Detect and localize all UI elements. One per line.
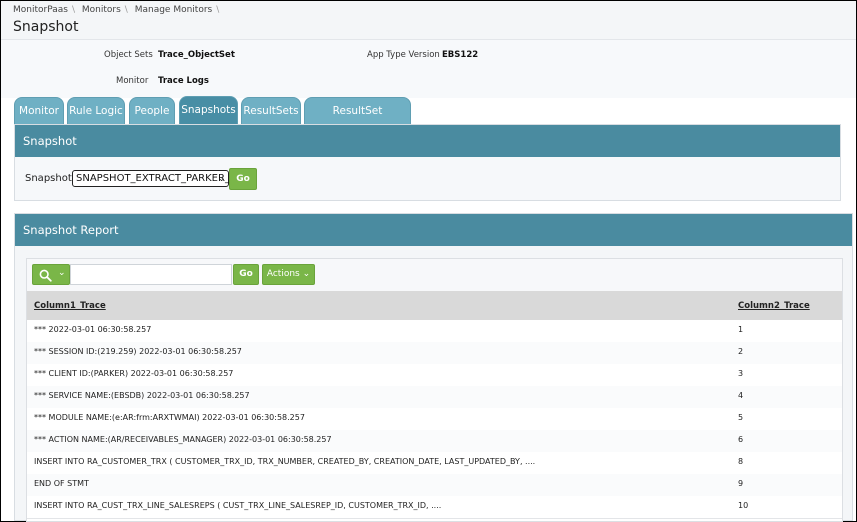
table-row: *** CLIENT ID:(PARKER) 2022-03-01 06:30:…: [27, 364, 842, 387]
search-input[interactable]: [70, 264, 232, 285]
breadcrumb: MonitorPaas \ Monitors \ Manage Monitors \: [13, 5, 220, 15]
snapshot-select-label: Snapshot: [25, 173, 72, 184]
object-sets-value: Trace_ObjectSet: [158, 50, 235, 60]
cell-column1: *** ACTION NAME:(AR/RECEIVABLES_MANAGER)…: [34, 435, 332, 444]
snapshot-report-title: Snapshot Report: [15, 214, 852, 246]
table-row: INSERT INTO RA_CUSTOMER_TRX ( CUSTOMER_T…: [27, 452, 842, 475]
tab-resultsets[interactable]: ResultSets: [241, 97, 301, 124]
actions-label: Actions: [266, 269, 300, 279]
monitor-info: Object Sets Trace_ObjectSet App Type Ver…: [1, 40, 856, 98]
table-row: *** 2022-03-01 06:30:58.257 1: [27, 320, 842, 343]
cell-column1: *** 2022-03-01 06:30:58.257: [34, 325, 152, 334]
cell-column1: *** CLIENT ID:(PARKER) 2022-03-01 06:30:…: [34, 369, 234, 378]
cell-column1: *** MODULE NAME:(e:AR:frm:ARXTWMAI) 2022…: [34, 413, 305, 422]
page-title: Snapshot: [13, 19, 79, 35]
search-go-button[interactable]: Go: [233, 264, 259, 285]
table-row: INSERT INTO RA_CUST_TRX_LINE_SALESREPS (…: [27, 496, 842, 519]
column-header-column1[interactable]: Column1_Trace: [34, 301, 106, 311]
chevron-down-icon: ⌄: [58, 268, 66, 278]
cell-column1: INSERT INTO RA_CUSTOMER_TRX ( CUSTOMER_T…: [34, 457, 536, 466]
cell-column2: 9: [738, 479, 744, 488]
chevron-down-icon: ⌄: [302, 269, 311, 279]
tab-people[interactable]: People: [129, 97, 175, 124]
breadcrumb-manage-monitors[interactable]: Manage Monitors: [135, 5, 213, 15]
cell-column1: INSERT INTO RA_CUST_TRX_LINE_SALESREPS (…: [34, 501, 442, 510]
tab-monitor[interactable]: Monitor: [14, 97, 64, 124]
tab-resultset-comparison[interactable]: ResultSet Comparison: [304, 97, 411, 144]
breadcrumb-monitors[interactable]: Monitors: [82, 5, 121, 15]
cell-column2: 5: [738, 413, 744, 422]
column-header-column2[interactable]: Column2_Trace: [738, 301, 810, 311]
snapshot-panel-title: Snapshot: [15, 125, 840, 157]
table-row: END OF STMT 9: [27, 474, 842, 497]
object-sets-label: Object Sets: [104, 50, 153, 60]
cell-column1: *** SERVICE NAME:(EBSDB) 2022-03-01 06:3…: [34, 391, 250, 400]
snapshot-panel: Snapshot Snapshot SNAPSHOT_EXTRACT_PARKE…: [14, 124, 841, 201]
tab-rule-logic[interactable]: Rule Logic: [67, 97, 125, 124]
cell-column1: *** SESSION ID:(219.259) 2022-03-01 06:3…: [34, 347, 242, 356]
cell-column2: 2: [738, 347, 744, 356]
snapshot-select[interactable]: SNAPSHOT_EXTRACT_PARKER_V2 ⌄: [72, 170, 243, 187]
header-bar: MonitorPaas \ Monitors \ Manage Monitors \ …: [1, 1, 856, 40]
search-icon: [39, 269, 52, 282]
table-header: Column1_Trace Column2_Trace: [27, 291, 842, 320]
cell-column2: 3: [738, 369, 744, 378]
app-type-value: EBS122: [442, 50, 479, 60]
snapshot-go-button[interactable]: Go: [229, 168, 257, 190]
actions-menu-button[interactable]: Actions ⌄: [262, 264, 315, 285]
cell-column2: 1: [738, 325, 744, 334]
monitor-value: Trace Logs: [158, 76, 209, 86]
table-row: *** MODULE NAME:(e:AR:frm:ARXTWMAI) 2022…: [27, 408, 842, 431]
monitor-label: Monitor: [116, 76, 149, 86]
tab-snapshots[interactable]: Snapshots: [179, 96, 238, 124]
cell-column2: 8: [738, 457, 744, 466]
cell-column1: END OF STMT: [34, 479, 89, 488]
table-row: *** SESSION ID:(219.259) 2022-03-01 06:3…: [27, 342, 842, 365]
chevron-down-icon: ⌄: [218, 174, 225, 183]
search-column-toggle[interactable]: ⌄: [32, 264, 70, 285]
cell-column2: 10: [738, 501, 749, 510]
table-row: *** SERVICE NAME:(EBSDB) 2022-03-01 06:3…: [27, 386, 842, 409]
cell-column2: 6: [738, 435, 744, 444]
app-type-label: App Type Version: [367, 50, 440, 60]
cell-column2: 4: [738, 391, 744, 400]
report-region: ⌄ Go Actions ⌄ Column1_Trace Column2_Tra…: [26, 258, 843, 522]
snapshot-report-panel: Snapshot Report ⌄ Go Actions ⌄ Column1_T…: [14, 213, 853, 522]
report-toolbar: ⌄ Go Actions ⌄: [27, 259, 842, 292]
table-row: *** ACTION NAME:(AR/RECEIVABLES_MANAGER)…: [27, 430, 842, 453]
breadcrumb-monitorpaas[interactable]: MonitorPaas: [13, 5, 68, 15]
